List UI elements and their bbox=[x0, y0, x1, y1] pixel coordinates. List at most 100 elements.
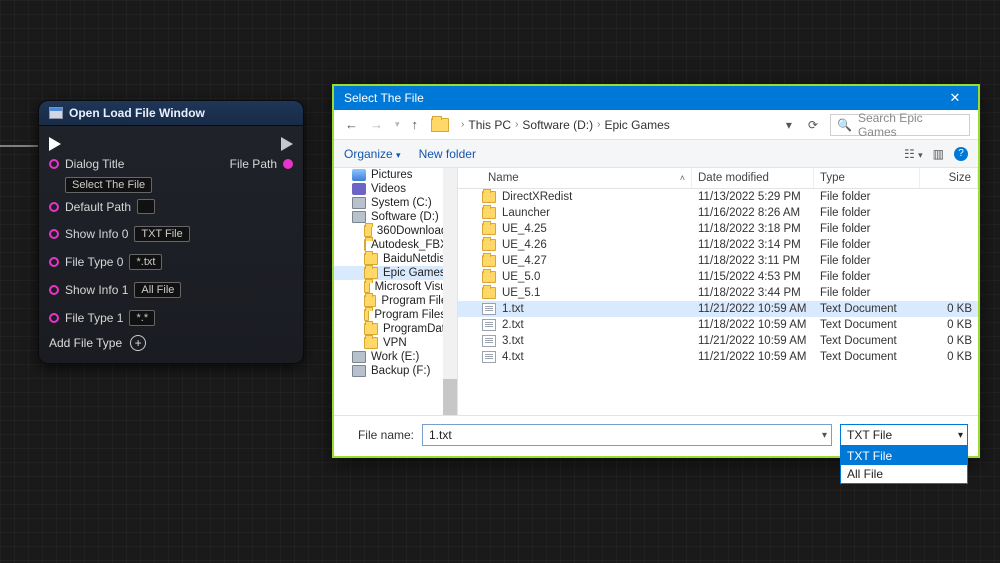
file-list: Name ˄ Date modified Type Size DirectXRe… bbox=[458, 168, 978, 415]
crumb[interactable]: This PC bbox=[468, 118, 511, 132]
file-row[interactable]: UE_5.011/15/2022 4:53 PMFile folder bbox=[458, 269, 978, 285]
data-pin-out[interactable] bbox=[283, 159, 293, 169]
close-button[interactable]: ✕ bbox=[938, 88, 972, 108]
chevron-down-icon[interactable]: ▾ bbox=[822, 430, 827, 441]
view-mode-button[interactable]: ☷ ▾ bbox=[904, 147, 923, 161]
col-type[interactable]: Type bbox=[814, 168, 920, 188]
filetype-option[interactable]: All File bbox=[841, 465, 967, 483]
tree-item[interactable]: Backup (F:) bbox=[334, 364, 457, 378]
file-row[interactable]: 2.txt11/18/2022 10:59 AMText Document0 K… bbox=[458, 317, 978, 333]
breadcrumb-drop-icon[interactable]: ▾ bbox=[786, 118, 796, 132]
folder-icon bbox=[482, 223, 496, 235]
col-name[interactable]: Name ˄ bbox=[458, 168, 692, 188]
tree-item[interactable]: Videos bbox=[334, 182, 457, 196]
blueprint-node[interactable]: Open Load File Window Dialog Title File … bbox=[38, 100, 304, 364]
data-pin[interactable] bbox=[49, 159, 59, 169]
pin-label: Show Info 0 bbox=[65, 227, 128, 241]
folder-tree[interactable]: PicturesVideosSystem (C:)Software (D:)36… bbox=[334, 168, 458, 415]
file-type-1-input[interactable]: *.* bbox=[129, 310, 155, 326]
preview-pane-button[interactable]: ▥ bbox=[933, 147, 944, 161]
forward-button[interactable]: → bbox=[367, 117, 386, 132]
dialog-titlebar[interactable]: Select The File ✕ bbox=[334, 86, 978, 110]
drv-icon bbox=[352, 211, 366, 223]
file-row[interactable]: UE_4.2711/18/2022 3:11 PMFile folder bbox=[458, 253, 978, 269]
crumb[interactable]: Epic Games bbox=[604, 118, 669, 132]
back-button[interactable]: ← bbox=[342, 117, 361, 132]
file-row[interactable]: UE_4.2511/18/2022 3:18 PMFile folder bbox=[458, 221, 978, 237]
data-pin[interactable] bbox=[49, 313, 59, 323]
file-size bbox=[920, 254, 978, 268]
tree-item[interactable]: Pictures bbox=[334, 168, 457, 182]
list-header[interactable]: Name ˄ Date modified Type Size bbox=[458, 168, 978, 189]
chevron-down-icon[interactable]: ▾ bbox=[958, 430, 963, 441]
file-name: UE_4.26 bbox=[502, 239, 547, 251]
file-type: File folder bbox=[814, 286, 920, 300]
file-row[interactable]: 4.txt11/21/2022 10:59 AMText Document0 K… bbox=[458, 349, 978, 365]
search-box[interactable]: 🔍 Search Epic Games bbox=[830, 114, 970, 136]
filetype-dropdown[interactable]: TXT File All File bbox=[840, 446, 968, 484]
tree-item[interactable]: ProgramData bbox=[334, 322, 457, 336]
tree-item[interactable]: 360Downloads bbox=[334, 224, 457, 238]
tree-item[interactable]: Program Files ( bbox=[334, 308, 457, 322]
show-info-1-input[interactable]: All File bbox=[134, 282, 181, 298]
tree-item[interactable]: Work (E:) bbox=[334, 350, 457, 364]
drv-icon bbox=[352, 197, 366, 209]
file-size bbox=[920, 222, 978, 236]
col-size[interactable]: Size bbox=[920, 168, 978, 188]
tree-label: Epic Games bbox=[383, 267, 446, 279]
file-row[interactable]: 1.txt11/21/2022 10:59 AMText Document0 K… bbox=[458, 301, 978, 317]
new-folder-button[interactable]: New folder bbox=[419, 147, 476, 161]
file-size bbox=[920, 238, 978, 252]
exec-out-pin[interactable] bbox=[281, 137, 293, 151]
tree-item[interactable]: Autodesk_FBX_ bbox=[334, 238, 457, 252]
breadcrumb[interactable]: › This PC › Software (D:) › Epic Games ▾ bbox=[461, 118, 796, 132]
filetype-select[interactable]: TXT File ▾ bbox=[840, 424, 968, 446]
help-icon[interactable]: ? bbox=[954, 147, 968, 161]
refresh-button[interactable]: ⟳ bbox=[802, 118, 824, 132]
data-pin[interactable] bbox=[49, 202, 59, 212]
file-row[interactable]: Launcher11/16/2022 8:26 AMFile folder bbox=[458, 205, 978, 221]
scrollbar[interactable] bbox=[443, 168, 457, 415]
dialog-toolbar: Organize ▾ New folder ☷ ▾ ▥ ? bbox=[334, 140, 978, 168]
tree-item[interactable]: Microsoft Visua bbox=[334, 280, 457, 294]
tree-item[interactable]: Epic Games bbox=[334, 266, 457, 280]
vid-icon bbox=[352, 183, 366, 195]
exec-in-pin[interactable] bbox=[49, 137, 61, 151]
folder-icon bbox=[431, 118, 449, 132]
organize-button[interactable]: Organize ▾ bbox=[344, 147, 401, 161]
file-row[interactable]: UE_5.111/18/2022 3:44 PMFile folder bbox=[458, 285, 978, 301]
data-pin[interactable] bbox=[49, 285, 59, 295]
chevron-down-icon: ▾ bbox=[396, 150, 401, 160]
file-date: 11/15/2022 4:53 PM bbox=[692, 270, 814, 284]
filetype-option[interactable]: TXT File bbox=[841, 447, 967, 465]
file-row[interactable]: DirectXRedist11/13/2022 5:29 PMFile fold… bbox=[458, 189, 978, 205]
blueprint-header[interactable]: Open Load File Window bbox=[39, 101, 303, 126]
dialog-nav: ← → ▾ ↑ › This PC › Software (D:) › Epic… bbox=[334, 110, 978, 140]
show-info-0-input[interactable]: TXT File bbox=[134, 226, 189, 242]
recent-drop[interactable]: ▾ bbox=[392, 119, 403, 130]
file-date: 11/18/2022 3:44 PM bbox=[692, 286, 814, 300]
up-button[interactable]: ↑ bbox=[409, 117, 422, 132]
crumb[interactable]: Software (D:) bbox=[522, 118, 593, 132]
default-path-input[interactable] bbox=[137, 199, 155, 214]
add-file-type-button[interactable]: Add File Type + bbox=[47, 329, 295, 351]
data-pin[interactable] bbox=[49, 257, 59, 267]
file-row[interactable]: 3.txt11/21/2022 10:59 AMText Document0 K… bbox=[458, 333, 978, 349]
tree-item[interactable]: VPN bbox=[334, 336, 457, 350]
folder-icon bbox=[482, 239, 496, 251]
tree-item[interactable]: Program Files bbox=[334, 294, 457, 308]
add-file-type-label: Add File Type bbox=[49, 336, 122, 350]
file-type-0-input[interactable]: *.txt bbox=[129, 254, 162, 270]
chevron-right-icon: › bbox=[461, 119, 464, 130]
data-pin[interactable] bbox=[49, 229, 59, 239]
col-date[interactable]: Date modified bbox=[692, 168, 814, 188]
tree-item[interactable]: BaiduNetdisk bbox=[334, 252, 457, 266]
tree-item[interactable]: Software (D:) bbox=[334, 210, 457, 224]
file-date: 11/21/2022 10:59 AM bbox=[692, 334, 814, 348]
tree-item[interactable]: System (C:) bbox=[334, 196, 457, 210]
file-date: 11/21/2022 10:59 AM bbox=[692, 302, 814, 316]
dialog-title-input[interactable]: Select The File bbox=[65, 177, 152, 193]
scrollbar-thumb[interactable] bbox=[443, 379, 457, 415]
filename-input[interactable]: 1.txt ▾ bbox=[422, 424, 832, 446]
file-row[interactable]: UE_4.2611/18/2022 3:14 PMFile folder bbox=[458, 237, 978, 253]
